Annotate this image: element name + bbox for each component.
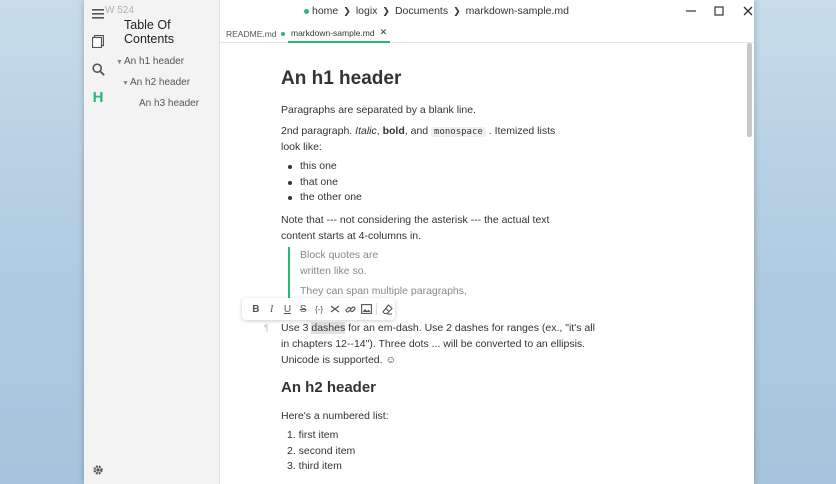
underline-button[interactable]: U bbox=[280, 301, 296, 317]
bullet-icon bbox=[288, 165, 292, 169]
inline-code: monospace bbox=[431, 127, 486, 137]
eraser-icon[interactable] bbox=[379, 301, 395, 317]
numbered-intro: Here's a numbered list: bbox=[281, 410, 389, 422]
bold-text: bold bbox=[382, 125, 405, 137]
toc-item-label: An h1 header bbox=[124, 56, 185, 67]
note-paragraph: Note that --- not considering the asteri… bbox=[281, 214, 550, 226]
text-run: for an em-dash. Use 2 dashes for ranges … bbox=[345, 322, 595, 334]
paragraph-2-line2: look like: bbox=[281, 141, 322, 153]
bullet-icon bbox=[288, 181, 292, 185]
toc-sidebar: W 524 Table Of Contents ▼An h1 header ▼A… bbox=[105, 0, 220, 484]
menu-icon[interactable] bbox=[91, 7, 105, 21]
format-toolbar: B I U S {-} bbox=[242, 298, 395, 320]
unsaved-dot-icon bbox=[280, 31, 285, 36]
text-run: 2nd paragraph. bbox=[281, 125, 356, 137]
search-icon[interactable] bbox=[91, 62, 105, 76]
minimize-icon[interactable] bbox=[684, 4, 698, 18]
blockquote-line: Block quotes are bbox=[300, 249, 379, 261]
bold-button[interactable]: B bbox=[248, 301, 264, 317]
breadcrumb-item[interactable]: markdown-sample.md bbox=[466, 5, 569, 17]
paragraph-handle-icon[interactable]: ¶ bbox=[264, 323, 269, 333]
toc-title: Table Of Contents bbox=[124, 18, 175, 46]
inline-code-button[interactable]: {-} bbox=[311, 301, 327, 317]
toc-collapse-icon[interactable]: ▼ bbox=[116, 59, 124, 66]
list-item: the other one bbox=[288, 191, 362, 203]
blockquote-line: written like so. bbox=[300, 265, 367, 277]
toc-item-h2[interactable]: ▼An h2 header bbox=[122, 77, 190, 88]
breadcrumb-item[interactable]: Documents bbox=[395, 5, 448, 17]
link-icon[interactable] bbox=[343, 301, 359, 317]
tab-readme[interactable]: README.md bbox=[226, 24, 285, 43]
heading-h2: An h2 header bbox=[281, 379, 377, 396]
text-run: . Itemized lists bbox=[485, 125, 556, 137]
text-run: , and bbox=[404, 125, 432, 137]
bullet-icon bbox=[288, 196, 292, 200]
strikethrough-button[interactable]: S bbox=[295, 301, 311, 317]
clear-format-icon[interactable] bbox=[327, 301, 343, 317]
files-icon[interactable] bbox=[91, 34, 105, 48]
numbered-item: 3. third item bbox=[287, 460, 342, 472]
toc-item-h1[interactable]: ▼An h1 header bbox=[116, 56, 184, 67]
toc-item-label: An h3 header bbox=[139, 98, 200, 109]
italic-button[interactable]: I bbox=[264, 301, 280, 317]
title-bar: home ❯ logix ❯ Documents ❯ markdown-samp… bbox=[220, 0, 754, 24]
chevron-right-icon: ❯ bbox=[382, 5, 390, 16]
numbered-item: 1. first item bbox=[287, 429, 339, 441]
close-icon[interactable] bbox=[741, 4, 755, 18]
dashes-paragraph-line2: in chapters 12--14"). Three dots ... wil… bbox=[281, 338, 586, 350]
tab-label: markdown-sample.md bbox=[291, 27, 375, 38]
chevron-right-icon: ❯ bbox=[343, 5, 351, 16]
heading-h1: An h1 header bbox=[281, 68, 402, 89]
editor-scrollbar[interactable] bbox=[746, 43, 752, 484]
list-item-text: that one bbox=[300, 176, 338, 188]
dashes-paragraph: Use 3 dashes for an em-dash. Use 2 dashe… bbox=[281, 320, 595, 336]
list-item: that one bbox=[288, 176, 338, 188]
blockquote-bar bbox=[288, 247, 290, 299]
tab-close-icon[interactable]: ✕ bbox=[380, 27, 388, 38]
word-count: W 524 bbox=[105, 5, 134, 16]
numbered-item: 2. second item bbox=[287, 445, 356, 457]
breadcrumb-item[interactable]: home bbox=[312, 5, 338, 17]
app-window: H W 524 Table Of Contents ▼An h1 header … bbox=[84, 0, 754, 484]
breadcrumb-item[interactable]: logix bbox=[356, 5, 378, 17]
tab-bar: README.md markdown-sample.md ✕ bbox=[220, 24, 754, 43]
toc-item-label: An h2 header bbox=[130, 77, 191, 88]
list-item-text: the other one bbox=[300, 191, 362, 203]
paragraph-2: 2nd paragraph. Italic, bold, and monospa… bbox=[281, 123, 555, 140]
blockquote-line: They can span multiple paragraphs, bbox=[300, 285, 467, 297]
toolbar-divider bbox=[376, 303, 378, 315]
chevron-right-icon: ❯ bbox=[453, 5, 461, 16]
dashes-paragraph-line3: Unicode is supported. ☺ bbox=[281, 354, 397, 366]
maximize-icon[interactable] bbox=[712, 4, 726, 18]
italic-text: Italic bbox=[355, 125, 377, 137]
toc-collapse-icon[interactable]: ▼ bbox=[122, 80, 130, 87]
note-paragraph-line2: content starts at 4-columns in. bbox=[281, 230, 422, 242]
image-icon[interactable] bbox=[358, 301, 374, 317]
toc-item-h3[interactable]: An h3 header bbox=[139, 98, 199, 109]
list-item-text: this one bbox=[300, 160, 337, 172]
text-run: Use 3 bbox=[281, 322, 312, 334]
paragraph-1: Paragraphs are separated by a blank line… bbox=[281, 104, 476, 116]
activity-rail: H bbox=[84, 0, 112, 484]
scrollbar-thumb[interactable] bbox=[747, 43, 752, 137]
settings-icon[interactable] bbox=[91, 463, 105, 477]
tab-markdown-sample[interactable]: markdown-sample.md ✕ bbox=[288, 24, 391, 43]
unsaved-dot-icon bbox=[304, 8, 309, 14]
breadcrumb: home ❯ logix ❯ Documents ❯ markdown-samp… bbox=[304, 5, 569, 17]
outline-icon[interactable]: H bbox=[91, 89, 105, 106]
tab-label: README.md bbox=[226, 28, 277, 39]
selected-text: dashes bbox=[311, 322, 346, 334]
list-item: this one bbox=[288, 160, 337, 172]
